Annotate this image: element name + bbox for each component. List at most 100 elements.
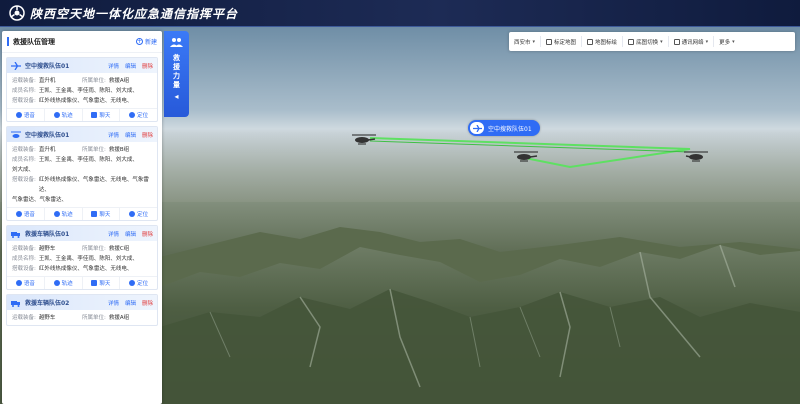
toolbar-item-label: 通讯网络 <box>681 39 704 46</box>
team-card-header: 救援车辆队伍02 详情 编辑 删除 <box>7 295 157 310</box>
team-card-body: 运载装备: 直升机 所属单位: 救援A组 成员名称: 王凯、王金禹、李佳雨、陈阳、刘大… <box>7 73 157 108</box>
location-pin-icon <box>129 211 136 217</box>
plane-icon <box>11 61 21 70</box>
locate-button[interactable]: 定位 <box>120 277 157 289</box>
chat-button[interactable]: 聊天 <box>83 277 121 289</box>
field-label: 所属单位: <box>82 246 106 252</box>
team-card-header: 救援车辆队伍01 详情 编辑 删除 <box>7 226 157 241</box>
callout-label: 空中搜救队伍01 <box>488 125 532 133</box>
field-label: 成员名称: <box>12 157 36 163</box>
details-link[interactable]: 详情 <box>108 62 119 70</box>
new-team-button[interactable]: + 新建 <box>135 37 157 46</box>
details-link[interactable]: 详情 <box>108 131 119 139</box>
field-label: 所属单位: <box>82 78 106 84</box>
toolbar-map-draw[interactable]: 地图标绘 <box>582 36 624 47</box>
delete-link[interactable]: 删除 <box>142 62 153 70</box>
toolbar-item-label: 更多 <box>719 39 731 46</box>
delete-link[interactable]: 删除 <box>142 230 153 238</box>
side-tab-label: 救援力量 <box>172 54 181 90</box>
members-value: 王凯、王金禹、李佳雨、陈阳、刘大成、 <box>38 256 138 262</box>
toolbar-calibrate-map[interactable]: 标定地图 <box>541 36 583 47</box>
edit-link[interactable]: 编辑 <box>125 299 136 307</box>
toolbar-comm-network[interactable]: 通讯网络 ▾ <box>669 36 715 47</box>
chevron-left-icon: ◂ <box>174 92 179 101</box>
carrier-value: 越野车 <box>38 246 56 252</box>
footer-label: 聊天 <box>99 281 111 287</box>
equipment-value: 红外线热成像仪、气象雷达、无线电、 <box>38 266 133 272</box>
helicopter-icon[interactable] <box>684 150 708 164</box>
header-bar: 陕西空天地一体化应急通信指挥平台 <box>0 0 800 27</box>
footer-label: 语音 <box>23 212 35 218</box>
track-button[interactable]: 轨迹 <box>45 109 83 121</box>
delete-link[interactable]: 删除 <box>142 299 153 307</box>
locate-button[interactable]: 定位 <box>120 208 157 220</box>
carrier-value: 越野车 <box>38 315 56 321</box>
field-label: 运载装备: <box>12 246 36 252</box>
team-card: 空中搜救队伍01 详情 编辑 删除 运载装备: 直升机 所属单位: 救援A组 成员名… <box>6 57 158 122</box>
toolbar-item-label: 底图切换 <box>636 39 659 46</box>
voice-button[interactable]: 语音 <box>7 109 45 121</box>
members-value: 王凯、王金禹、李佳雨、陈阳、刘大成、 <box>38 157 138 163</box>
toolbar-more[interactable]: 更多 ▾ <box>714 36 740 47</box>
truck-icon <box>11 231 20 238</box>
toolbar-city-select[interactable]: 西安市 ▾ <box>509 36 542 47</box>
app-title: 陕西空天地一体化应急通信指挥平台 <box>30 6 239 21</box>
delete-link[interactable]: 删除 <box>142 131 153 139</box>
people-icon <box>170 38 183 47</box>
edit-link[interactable]: 编辑 <box>125 230 136 238</box>
chat-button[interactable]: 聊天 <box>83 208 121 220</box>
team-name: 空中搜救队伍01 <box>25 63 70 70</box>
field-label: 搭载设备: <box>12 177 36 183</box>
track-button[interactable]: 轨迹 <box>45 208 83 220</box>
voice-button[interactable]: 语音 <box>7 208 45 220</box>
details-link[interactable]: 详情 <box>108 299 119 307</box>
footer-label: 轨迹 <box>61 212 73 218</box>
track-icon <box>53 280 60 286</box>
members-value: 刘大成、 <box>12 167 35 173</box>
carrier-value: 直升机 <box>38 147 56 153</box>
location-pin-icon <box>129 112 136 118</box>
toolbar-item-label: 地图标绘 <box>595 39 618 46</box>
field-label: 运载装备: <box>12 147 36 153</box>
equipment-value: 红外线热成像仪、气象雷达、无线电、 <box>38 98 133 104</box>
rescue-team-panel: 救援队伍管理 + 新建 空中搜救队伍01 详情 编辑 删除 运载装备: 直升机 所… <box>2 31 162 404</box>
helicopter-icon[interactable] <box>352 133 376 147</box>
rescue-force-tab[interactable]: 救援力量 ◂ <box>164 31 189 117</box>
toolbar-basemap-switch[interactable]: 底图切换 ▾ <box>623 36 669 47</box>
new-button-label: 新建 <box>144 39 157 46</box>
microphone-icon <box>15 112 22 118</box>
chevron-down-icon: ▾ <box>705 38 709 45</box>
details-link[interactable]: 详情 <box>108 230 119 238</box>
unit-value: 救援A组 <box>108 78 130 84</box>
title-accent-bar <box>7 37 9 46</box>
footer-label: 聊天 <box>99 113 111 119</box>
locate-button[interactable]: 定位 <box>120 109 157 121</box>
footer-label: 轨迹 <box>61 113 73 119</box>
edit-link[interactable]: 编辑 <box>125 62 136 70</box>
field-label: 成员名称: <box>12 88 36 94</box>
voice-button[interactable]: 语音 <box>7 277 45 289</box>
team-callout[interactable]: 空中搜救队伍01 <box>468 120 540 136</box>
truck-icon <box>11 300 20 307</box>
helicopter-icon[interactable] <box>514 150 538 164</box>
chat-button[interactable]: 聊天 <box>83 109 121 121</box>
footer-label: 语音 <box>23 113 35 119</box>
edit-link[interactable]: 编辑 <box>125 131 136 139</box>
footer-label: 定位 <box>137 113 149 119</box>
team-card-footer: 语音 轨迹 聊天 定位 <box>7 108 157 121</box>
microphone-icon <box>15 211 22 217</box>
team-card-header: 空中搜救队伍01 详情 编辑 删除 <box>7 58 157 73</box>
footer-label: 定位 <box>137 212 149 218</box>
panel-title: 救援队伍管理 <box>13 37 55 46</box>
field-label: 运载装备: <box>12 78 36 84</box>
chat-icon <box>91 280 98 286</box>
footer-label: 语音 <box>23 281 35 287</box>
carrier-value: 直升机 <box>38 78 56 84</box>
pin-icon <box>546 38 553 45</box>
track-button[interactable]: 轨迹 <box>45 277 83 289</box>
map-toolbar: 西安市 ▾ 标定地图 地图标绘 底图切换 ▾ 通讯网络 ▾ 更多 ▾ <box>509 32 795 51</box>
toolbar-item-label: 西安市 <box>514 39 531 46</box>
network-icon <box>673 38 680 45</box>
field-label: 所属单位: <box>82 315 106 321</box>
footer-label: 定位 <box>137 281 149 287</box>
